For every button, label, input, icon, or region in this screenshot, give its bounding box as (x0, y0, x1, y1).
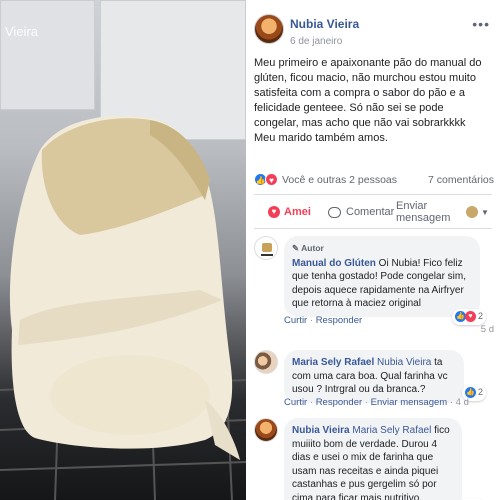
comment-bubble: Maria Sely Rafael Nubia Vieira ta com um… (284, 350, 486, 403)
comment-reply-link[interactable]: Responder (316, 397, 362, 408)
comment-reaction-count: 2 (477, 387, 483, 397)
comment-like-link[interactable]: Curtir (284, 315, 307, 326)
comment-bubble: Nubia Vieira Maria Sely Rafael fico muii… (284, 418, 484, 500)
comment-button[interactable]: Comentar (328, 198, 394, 226)
bread-image (0, 115, 246, 500)
comment-mention[interactable]: Maria Sely Rafael (350, 425, 431, 436)
post-header: Nubia Vieira 6 de janeiro ••• (254, 14, 494, 50)
bread-crumb (50, 355, 210, 435)
divider (254, 194, 492, 195)
rack-line (0, 461, 246, 471)
comment-text: fico muiiito bom de verdade. Durou 4 dia… (292, 425, 450, 500)
comments-count[interactable]: 7 comentários (428, 174, 494, 186)
comment-send-message-link[interactable]: Enviar mensagem (371, 397, 448, 408)
comment-avatar[interactable] (254, 350, 278, 374)
send-label-2: mensagem (396, 212, 451, 224)
send-message-button[interactable]: Enviar mensagem (396, 198, 450, 226)
more-horizontal-icon[interactable]: ••• (472, 16, 490, 32)
manual-gluten-logo-icon (256, 238, 277, 259)
comment-label: Comentar (346, 206, 395, 218)
post-body: Meu primeiro e apaixonante pão do manual… (254, 57, 482, 144)
divider (254, 228, 492, 229)
page-avatar-icon (466, 206, 478, 218)
comment-author[interactable]: Manual do Glúten (292, 258, 376, 269)
reactions-bar[interactable]: 👍 ♥ Você e outras 2 pessoas 7 comentário… (254, 172, 494, 188)
love-label: Amei (284, 206, 311, 218)
comment-actions: Curtir · Responder (284, 315, 363, 326)
post-text: Meu primeiro e apaixonante pão do manual… (254, 56, 490, 146)
author-name[interactable]: Nubia Vieira (290, 17, 359, 31)
post-photo[interactable]: Vieira (0, 0, 246, 500)
post-date[interactable]: 6 de janeiro (290, 36, 342, 47)
author-badge-label: Autor (301, 243, 324, 253)
love-icon: ♥ (268, 206, 280, 218)
chevron-down-icon: ▼ (481, 207, 489, 217)
comment-author[interactable]: Maria Sely Rafael (292, 357, 374, 368)
comment-actions: Curtir · Responder · Enviar mensagem · 4… (284, 397, 469, 408)
author-badge: ✎ Autor (292, 243, 324, 253)
comment-time[interactable]: 4 d (456, 397, 469, 408)
comment-bubble: ✎ Autor Manual do Glúten Oi Nubia! Fico … (284, 236, 486, 325)
comment-like-link[interactable]: Curtir (284, 397, 307, 408)
comment-author[interactable]: Nubia Vieira (292, 425, 350, 436)
comment-mention[interactable]: Nubia Vieira (374, 357, 431, 368)
comment-reaction-count: 2 (477, 311, 483, 321)
comment-icon (328, 206, 341, 218)
comment-avatar[interactable] (254, 236, 278, 260)
love-reaction-icon: ♥ (464, 311, 476, 323)
author-avatar[interactable] (254, 14, 284, 44)
send-label-1: Enviar (396, 200, 428, 212)
react-as-selector[interactable]: ▼ (466, 198, 489, 226)
comment-reactions[interactable]: 👍 ♥ 2 (451, 309, 486, 325)
action-bar: ♥ Amei Comentar Enviar mensagem ▼ (254, 198, 494, 226)
love-button[interactable]: ♥ Amei (268, 198, 311, 226)
reactions-summary[interactable]: Você e outras 2 pessoas (282, 174, 397, 186)
post-panel: Nubia Vieira 6 de janeiro ••• Meu primei… (246, 0, 500, 500)
comment-avatar[interactable] (254, 418, 278, 442)
love-reaction-icon: ♥ (265, 173, 278, 186)
comment-time[interactable]: 5 d (481, 324, 494, 335)
comment-reply-link[interactable]: Responder (316, 315, 362, 326)
